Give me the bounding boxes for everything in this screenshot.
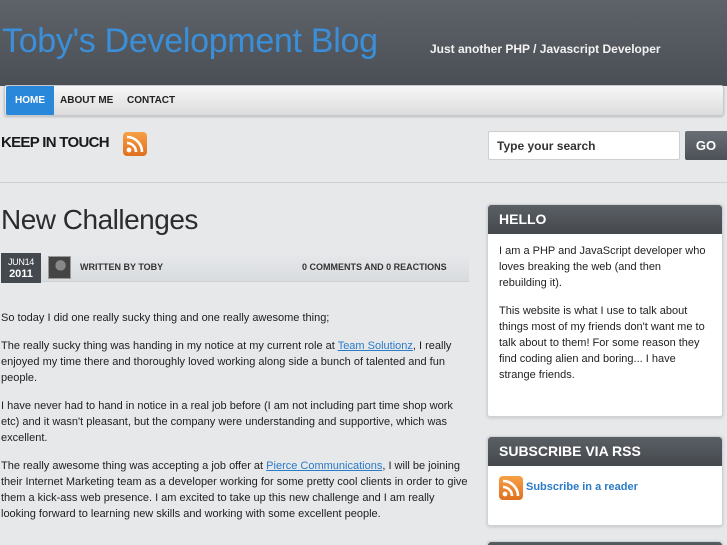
rss-icon[interactable] [499, 476, 523, 500]
post-paragraph: The really awesome thing was accepting a… [1, 458, 471, 522]
post-date-year: 2011 [9, 268, 33, 280]
post-paragraph: The really sucky thing was handing in my… [1, 338, 471, 386]
hello-widget-body: I am a PHP and JavaScript developer who … [488, 234, 722, 404]
divider [0, 182, 727, 183]
search-input[interactable] [488, 131, 680, 160]
post-paragraph: I have never had to hand in notice in a … [1, 400, 453, 444]
subscribe-widget-body: Subscribe in a reader [488, 466, 722, 510]
post-author: WRITTEN BY TOBY [80, 262, 164, 272]
hello-widget: HELLO I am a PHP and JavaScript develope… [487, 204, 723, 417]
author-avatar [48, 256, 71, 279]
hello-widget-title: HELLO [488, 205, 722, 234]
subscribe-widget-title: SUBSCRIBE VIA RSS [488, 437, 722, 466]
hello-paragraph: I am a PHP and JavaScript developer who … [499, 245, 706, 289]
site-tagline: Just another PHP / Javascript Developer [430, 42, 661, 56]
post-date-badge: JUN14 2011 [1, 253, 41, 283]
nav-item-about-me[interactable]: ABOUT ME [51, 86, 122, 115]
post-date-month: JUN14 [7, 257, 34, 267]
subscribe-widget: SUBSCRIBE VIA RSS Subscribe in a reader [487, 436, 723, 526]
nav-item-home[interactable]: HOME [6, 86, 54, 115]
main-nav: HOME ABOUT ME CONTACT [4, 85, 724, 116]
nav-item-contact[interactable]: CONTACT [118, 86, 184, 115]
site-header: Toby's Development Blog Just another PHP… [0, 0, 727, 86]
next-widget [487, 541, 723, 545]
subscribe-in-reader-link[interactable]: Subscribe in a reader [526, 479, 638, 495]
post-text: The really sucky thing was handing in my… [1, 340, 338, 352]
rss-icon[interactable] [123, 132, 147, 156]
post-comments-link[interactable]: 0 COMMENTS AND 0 REACTIONS [302, 262, 447, 272]
search-go-button[interactable]: GO [685, 131, 727, 160]
post-text: The really awesome thing was accepting a… [1, 460, 267, 472]
site-title[interactable]: Toby's Development Blog [2, 22, 378, 61]
team-solutionz-link[interactable]: Team Solutionz [338, 340, 413, 352]
post-title[interactable]: New Challenges [1, 204, 198, 236]
keep-in-touch-label: KEEP IN TOUCH [1, 134, 110, 151]
pierce-communications-link[interactable]: Pierce Communications [266, 460, 382, 472]
post-paragraph: So today I did one really sucky thing an… [1, 312, 330, 324]
subscribe-row: Subscribe in a reader [499, 475, 711, 501]
post-body: So today I did one really sucky thing an… [1, 310, 471, 534]
hello-paragraph: This website is what I use to talk about… [499, 305, 705, 381]
